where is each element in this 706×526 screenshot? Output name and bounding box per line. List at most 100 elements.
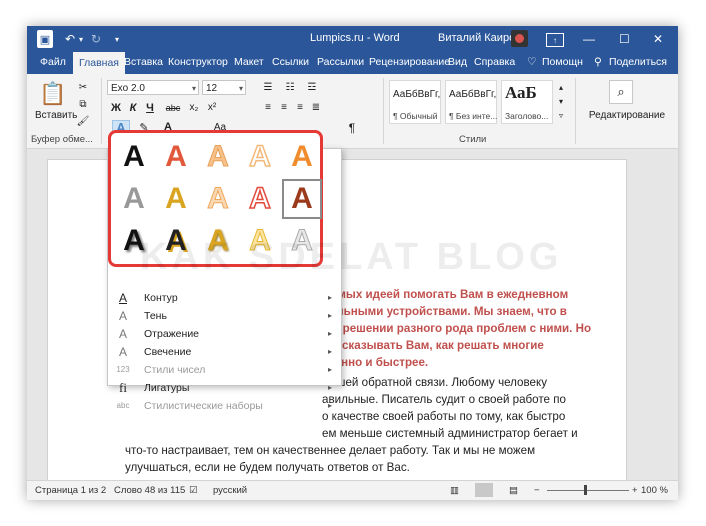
ribbon-display-icon[interactable]: ↑ [546, 33, 564, 47]
text-effect-orange-fill[interactable]: A [156, 137, 196, 177]
minimize-icon[interactable]: — [583, 30, 595, 48]
read-mode-icon[interactable]: ▥ [450, 485, 459, 496]
chevron-down-icon[interactable]: ▾ [192, 81, 196, 96]
submenu-arrow-icon: ▸ [327, 293, 332, 302]
align-left-icon[interactable]: ≡ [261, 100, 275, 116]
multilevel-list-icon[interactable]: ☲ [305, 80, 319, 96]
separator [575, 78, 576, 144]
avatar[interactable] [511, 30, 528, 47]
tab-design[interactable]: Конструктор [168, 56, 228, 68]
show-marks-icon[interactable]: ¶ [345, 120, 359, 136]
superscript-button[interactable]: x² [205, 100, 219, 116]
tab-help[interactable]: Справка [474, 56, 515, 68]
title-bar: ▣ ↶ ▾ ↻ ▾ Lumpics.ru - Word Виталий Каир… [27, 26, 678, 52]
bullets-icon[interactable]: ☰ [261, 80, 275, 96]
menu-item-outline[interactable]: A Контур ▸ [114, 289, 336, 307]
doc-line: ем меньше системный администратор бегает… [322, 427, 578, 440]
submenu-arrow-icon: ▸ [327, 329, 332, 338]
menu-item-ligatures[interactable]: fi Лигатуры ▸ [114, 379, 336, 397]
clipboard-icon[interactable]: 📋 [39, 80, 66, 108]
font-size-value: 12 [206, 83, 218, 94]
share-button[interactable]: Поделиться [609, 56, 667, 68]
doc-line: жимых идеей помогать Вам в ежедневном [322, 288, 569, 301]
text-effect-gray[interactable]: A [114, 179, 154, 219]
shadow-icon: A [118, 309, 127, 323]
search-icon[interactable]: ⌕ [609, 80, 633, 104]
style-sample: АаБбВвГг, [449, 89, 497, 100]
text-effect-gold[interactable]: A [156, 179, 196, 219]
tab-review[interactable]: Рецензирование [369, 56, 450, 68]
italic-button[interactable]: К [127, 100, 139, 116]
underline-button[interactable]: Ч [144, 100, 156, 116]
menu-item-shadow[interactable]: A Тень ▸ [114, 307, 336, 325]
menu-item-reflection[interactable]: A Отражение ▸ [114, 325, 336, 343]
style-no-spacing[interactable]: АаБбВвГг, ¶ Без инте... [445, 80, 497, 124]
menu-item-number-styles[interactable]: 123 Стили чисел ▸ [114, 361, 336, 379]
text-effect-orange-outline[interactable]: A [240, 137, 280, 177]
style-name: ¶ Без инте... [449, 111, 498, 121]
zoom-slider-thumb[interactable] [584, 485, 587, 495]
print-layout-icon[interactable] [475, 483, 493, 497]
styles-more-icon[interactable]: ▿ [555, 108, 567, 124]
bold-button[interactable]: Ж [110, 100, 122, 116]
strikethrough-button[interactable]: abc [163, 100, 183, 116]
font-size-box[interactable]: 12 ▾ [202, 80, 246, 95]
text-effect-orange-gradient[interactable]: A [282, 137, 322, 177]
copy-icon[interactable]: ⧉ [76, 97, 90, 113]
doc-line: бильными устройствами. Мы знаем, что в [322, 305, 567, 318]
word-count[interactable]: Слово 48 из 115 [114, 485, 185, 496]
customize-toolbar-icon[interactable]: ▾ [115, 30, 119, 48]
cut-icon[interactable]: ✂ [76, 80, 90, 96]
menu-item-glow[interactable]: A Свечение ▸ [114, 343, 336, 361]
numbering-icon[interactable]: ☷ [283, 80, 297, 96]
lightbulb-icon[interactable]: ♡ [527, 56, 536, 68]
tab-references[interactable]: Ссылки [272, 56, 309, 68]
zoom-in-icon[interactable]: + [632, 485, 638, 496]
tab-file[interactable]: Файл [40, 56, 66, 68]
doc-line: Вашей обратной связи. Любому человеку [322, 376, 547, 389]
font-name-box[interactable]: Exo 2.0 ▾ [107, 80, 199, 95]
text-effect-peach[interactable]: A [198, 179, 238, 219]
person-icon[interactable]: ⚲ [594, 56, 602, 68]
align-center-icon[interactable]: ≡ [277, 100, 291, 116]
undo-dropdown-icon[interactable]: ▾ [79, 30, 83, 48]
zoom-out-icon[interactable]: − [534, 485, 540, 496]
paste-button[interactable]: Вставить [35, 108, 77, 124]
tab-home[interactable]: Главная [73, 52, 125, 74]
chevron-down-icon[interactable]: ▾ [239, 81, 243, 96]
text-effect-red-outline[interactable]: A [240, 179, 280, 219]
align-right-icon[interactable]: ≡ [293, 100, 307, 116]
editing-button[interactable]: Редактирование [579, 108, 675, 124]
language[interactable]: русский [213, 485, 247, 496]
styles-group-label: Стили [459, 134, 487, 145]
justify-icon[interactable]: ≣ [309, 100, 323, 116]
maximize-icon[interactable]: ☐ [619, 30, 630, 48]
text-effect-black[interactable]: A [114, 137, 154, 177]
undo-icon[interactable]: ↶ [65, 30, 75, 48]
user-name[interactable]: Виталий Каиров [438, 32, 521, 44]
style-normal[interactable]: АаБбВвГг, ¶ Обычный [389, 80, 441, 124]
redo-icon[interactable]: ↻ [91, 30, 101, 48]
tab-layout[interactable]: Макет [234, 56, 264, 68]
doc-line: что-то настраивает, тем он качественнее … [125, 444, 536, 457]
text-effect-light-orange[interactable]: A [198, 137, 238, 177]
tab-tell-me[interactable]: Помощн [542, 56, 583, 68]
text-effect-brown[interactable]: A [282, 179, 322, 219]
format-painter-icon[interactable]: 🖌 [76, 114, 90, 130]
save-icon[interactable]: ▣ [37, 30, 53, 48]
menu-item-stylistic-sets[interactable]: abc Стилистические наборы ▸ [114, 397, 336, 415]
zoom-level[interactable]: 100 % [641, 485, 668, 496]
subscript-button[interactable]: x₂ [187, 100, 201, 116]
style-sample: АаБ [505, 83, 537, 102]
web-layout-icon[interactable]: ▤ [509, 485, 518, 496]
tab-view[interactable]: Вид [448, 56, 467, 68]
close-icon[interactable]: ✕ [653, 30, 663, 48]
submenu-arrow-icon: ▸ [327, 365, 332, 374]
tab-mailings[interactable]: Рассылки [317, 56, 364, 68]
style-heading[interactable]: АаБ Заголово... [501, 80, 553, 124]
tab-insert[interactable]: Вставка [124, 56, 163, 68]
outline-icon: A [118, 291, 127, 305]
page-count[interactable]: Страница 1 из 2 [35, 485, 106, 496]
proofing-icon[interactable]: ☑ [189, 485, 198, 496]
zoom-slider[interactable] [547, 490, 629, 491]
